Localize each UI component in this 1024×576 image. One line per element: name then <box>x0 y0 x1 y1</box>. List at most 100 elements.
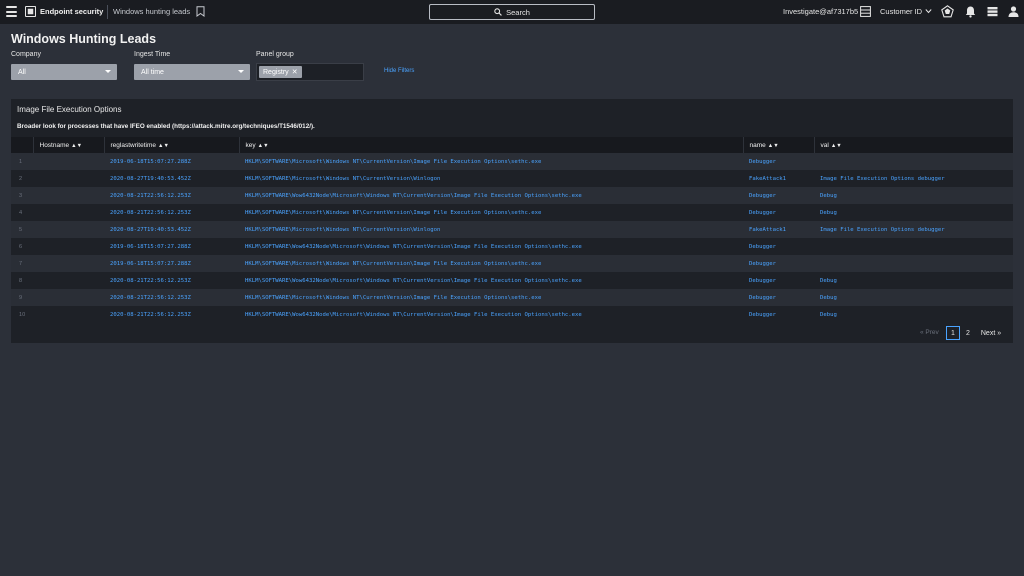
val-cell[interactable]: Debug <box>814 272 1013 289</box>
hostname-cell[interactable] <box>33 221 104 238</box>
val-cell[interactable] <box>814 255 1013 272</box>
table-row: 1 2019-06-18T15:07:27.288Z HKLM\SOFTWARE… <box>11 153 1013 170</box>
pentagon-apps-icon[interactable] <box>941 5 954 18</box>
bell-icon[interactable] <box>964 5 977 18</box>
company-dropdown-value: All <box>18 68 26 76</box>
column-header-hostname[interactable]: Hostname ▲▼ <box>33 137 105 153</box>
row-number: 5 <box>11 221 33 238</box>
val-cell[interactable]: Debug <box>814 306 1013 323</box>
ingest-time-dropdown[interactable]: All time <box>134 64 250 80</box>
page-2-button[interactable]: 2 <box>962 326 974 340</box>
company-filter-label: Company <box>11 51 41 58</box>
panel-title: Image File Execution Options <box>17 105 122 114</box>
pagination: « Prev 1 2 Next » <box>11 323 1013 343</box>
reglastwritetime-cell[interactable]: 2019-06-18T15:07:27.288Z <box>104 238 239 255</box>
name-cell[interactable]: Debugger <box>743 255 814 272</box>
bookmark-icon[interactable] <box>196 6 205 17</box>
endpoint-logo-icon[interactable] <box>25 6 36 17</box>
val-cell[interactable] <box>814 153 1013 170</box>
hostname-cell[interactable] <box>33 272 104 289</box>
user-account-label[interactable]: Investigate@af7317b5 <box>783 7 858 16</box>
val-cell[interactable]: Image File Execution Options debugger <box>814 170 1013 187</box>
val-cell[interactable]: Image File Execution Options debugger <box>814 221 1013 238</box>
reglastwritetime-cell[interactable]: 2020-08-21T22:56:12.253Z <box>104 204 239 221</box>
key-cell[interactable]: HKLM\SOFTWARE\Microsoft\Windows NT\Curre… <box>239 153 743 170</box>
name-cell[interactable]: Debugger <box>743 153 814 170</box>
val-cell[interactable]: Debug <box>814 187 1013 204</box>
table-icon[interactable] <box>860 6 871 17</box>
reglastwritetime-cell[interactable]: 2020-08-21T22:56:12.253Z <box>104 272 239 289</box>
reglastwritetime-cell[interactable]: 2020-08-27T19:40:53.452Z <box>104 170 239 187</box>
name-cell[interactable]: FakeAttack1 <box>743 221 814 238</box>
hostname-cell[interactable] <box>33 255 104 272</box>
hostname-cell[interactable] <box>33 153 104 170</box>
table-row: 8 2020-08-21T22:56:12.253Z HKLM\SOFTWARE… <box>11 272 1013 289</box>
row-number: 4 <box>11 204 33 221</box>
key-cell[interactable]: HKLM\SOFTWARE\Microsoft\Windows NT\Curre… <box>239 289 743 306</box>
key-cell[interactable]: HKLM\SOFTWARE\Wow6432Node\Microsoft\Wind… <box>239 272 743 289</box>
key-cell[interactable]: HKLM\SOFTWARE\Microsoft\Windows NT\Curre… <box>239 255 743 272</box>
remove-chip-icon[interactable]: ✕ <box>292 68 298 76</box>
reglastwritetime-cell[interactable]: 2020-08-21T22:56:12.253Z <box>104 289 239 306</box>
hostname-cell[interactable] <box>33 187 104 204</box>
prev-page-button[interactable]: « Prev <box>920 329 939 336</box>
name-cell[interactable]: Debugger <box>743 238 814 255</box>
column-header-key[interactable]: key ▲▼ <box>239 137 744 153</box>
caret-down-icon <box>105 70 111 73</box>
search-label: Search <box>506 7 530 17</box>
hostname-cell[interactable] <box>33 306 104 323</box>
caret-down-icon <box>238 70 244 73</box>
key-cell[interactable]: HKLM\SOFTWARE\Wow6432Node\Microsoft\Wind… <box>239 238 743 255</box>
next-page-button[interactable]: Next » <box>979 326 1003 340</box>
search-input[interactable]: Search <box>429 4 595 20</box>
reglastwritetime-cell[interactable]: 2020-08-27T19:40:53.452Z <box>104 221 239 238</box>
table-row: 5 2020-08-27T19:40:53.452Z HKLM\SOFTWARE… <box>11 221 1013 238</box>
user-icon[interactable] <box>1007 5 1020 18</box>
column-header-name[interactable]: name ▲▼ <box>743 137 815 153</box>
hostname-cell[interactable] <box>33 204 104 221</box>
name-cell[interactable]: Debugger <box>743 306 814 323</box>
panel-group-multiselect[interactable]: Registry ✕ <box>256 63 364 81</box>
column-header-val[interactable]: val ▲▼ <box>814 137 1014 153</box>
hamburger-icon[interactable] <box>6 6 17 17</box>
page-1-button[interactable]: 1 <box>946 326 960 340</box>
breadcrumb[interactable]: Windows hunting leads <box>113 7 190 16</box>
key-cell[interactable]: HKLM\SOFTWARE\Microsoft\Windows NT\Curre… <box>239 221 743 238</box>
reglastwritetime-cell[interactable]: 2020-08-21T22:56:12.253Z <box>104 306 239 323</box>
ingest-time-filter-label: Ingest Time <box>134 51 171 58</box>
name-cell[interactable]: Debugger <box>743 204 814 221</box>
row-number: 1 <box>11 153 33 170</box>
val-cell[interactable] <box>814 238 1013 255</box>
hide-filters-link[interactable]: Hide Filters <box>384 68 414 74</box>
column-header-reglastwritetime[interactable]: reglastwritetime ▲▼ <box>104 137 240 153</box>
hostname-cell[interactable] <box>33 238 104 255</box>
name-cell[interactable]: Debugger <box>743 187 814 204</box>
reglastwritetime-cell[interactable]: 2019-06-18T15:07:27.288Z <box>104 255 239 272</box>
ifeo-panel: Image File Execution Options Broader loo… <box>11 99 1014 343</box>
chevron-down-icon[interactable] <box>925 8 932 14</box>
app-name[interactable]: Endpoint security <box>40 7 103 16</box>
table-row: 7 2019-06-18T15:07:27.288Z HKLM\SOFTWARE… <box>11 255 1013 272</box>
sort-icon: ▲▼ <box>767 142 779 149</box>
reglastwritetime-cell[interactable]: 2019-06-18T15:07:27.288Z <box>104 153 239 170</box>
customer-id-dropdown[interactable]: Customer ID <box>880 7 922 16</box>
key-cell[interactable]: HKLM\SOFTWARE\Wow6432Node\Microsoft\Wind… <box>239 306 743 323</box>
sort-icon: ▲▼ <box>830 142 842 149</box>
app-switcher-icon[interactable] <box>986 5 999 18</box>
val-cell[interactable]: Debug <box>814 289 1013 306</box>
results-table: Hostname ▲▼ reglastwritetime ▲▼ key ▲▼ name… <box>11 137 1014 323</box>
hostname-cell[interactable] <box>33 289 104 306</box>
row-number: 9 <box>11 289 33 306</box>
name-cell[interactable]: Debugger <box>743 289 814 306</box>
top-bar: Endpoint security Windows hunting leads … <box>0 0 1024 24</box>
name-cell[interactable]: Debugger <box>743 272 814 289</box>
row-number: 6 <box>11 238 33 255</box>
val-cell[interactable]: Debug <box>814 204 1013 221</box>
key-cell[interactable]: HKLM\SOFTWARE\Microsoft\Windows NT\Curre… <box>239 204 743 221</box>
name-cell[interactable]: FakeAttack1 <box>743 170 814 187</box>
key-cell[interactable]: HKLM\SOFTWARE\Microsoft\Windows NT\Curre… <box>239 170 743 187</box>
key-cell[interactable]: HKLM\SOFTWARE\Wow6432Node\Microsoft\Wind… <box>239 187 743 204</box>
company-dropdown[interactable]: All <box>11 64 117 80</box>
reglastwritetime-cell[interactable]: 2020-08-21T22:56:12.253Z <box>104 187 239 204</box>
hostname-cell[interactable] <box>33 170 104 187</box>
